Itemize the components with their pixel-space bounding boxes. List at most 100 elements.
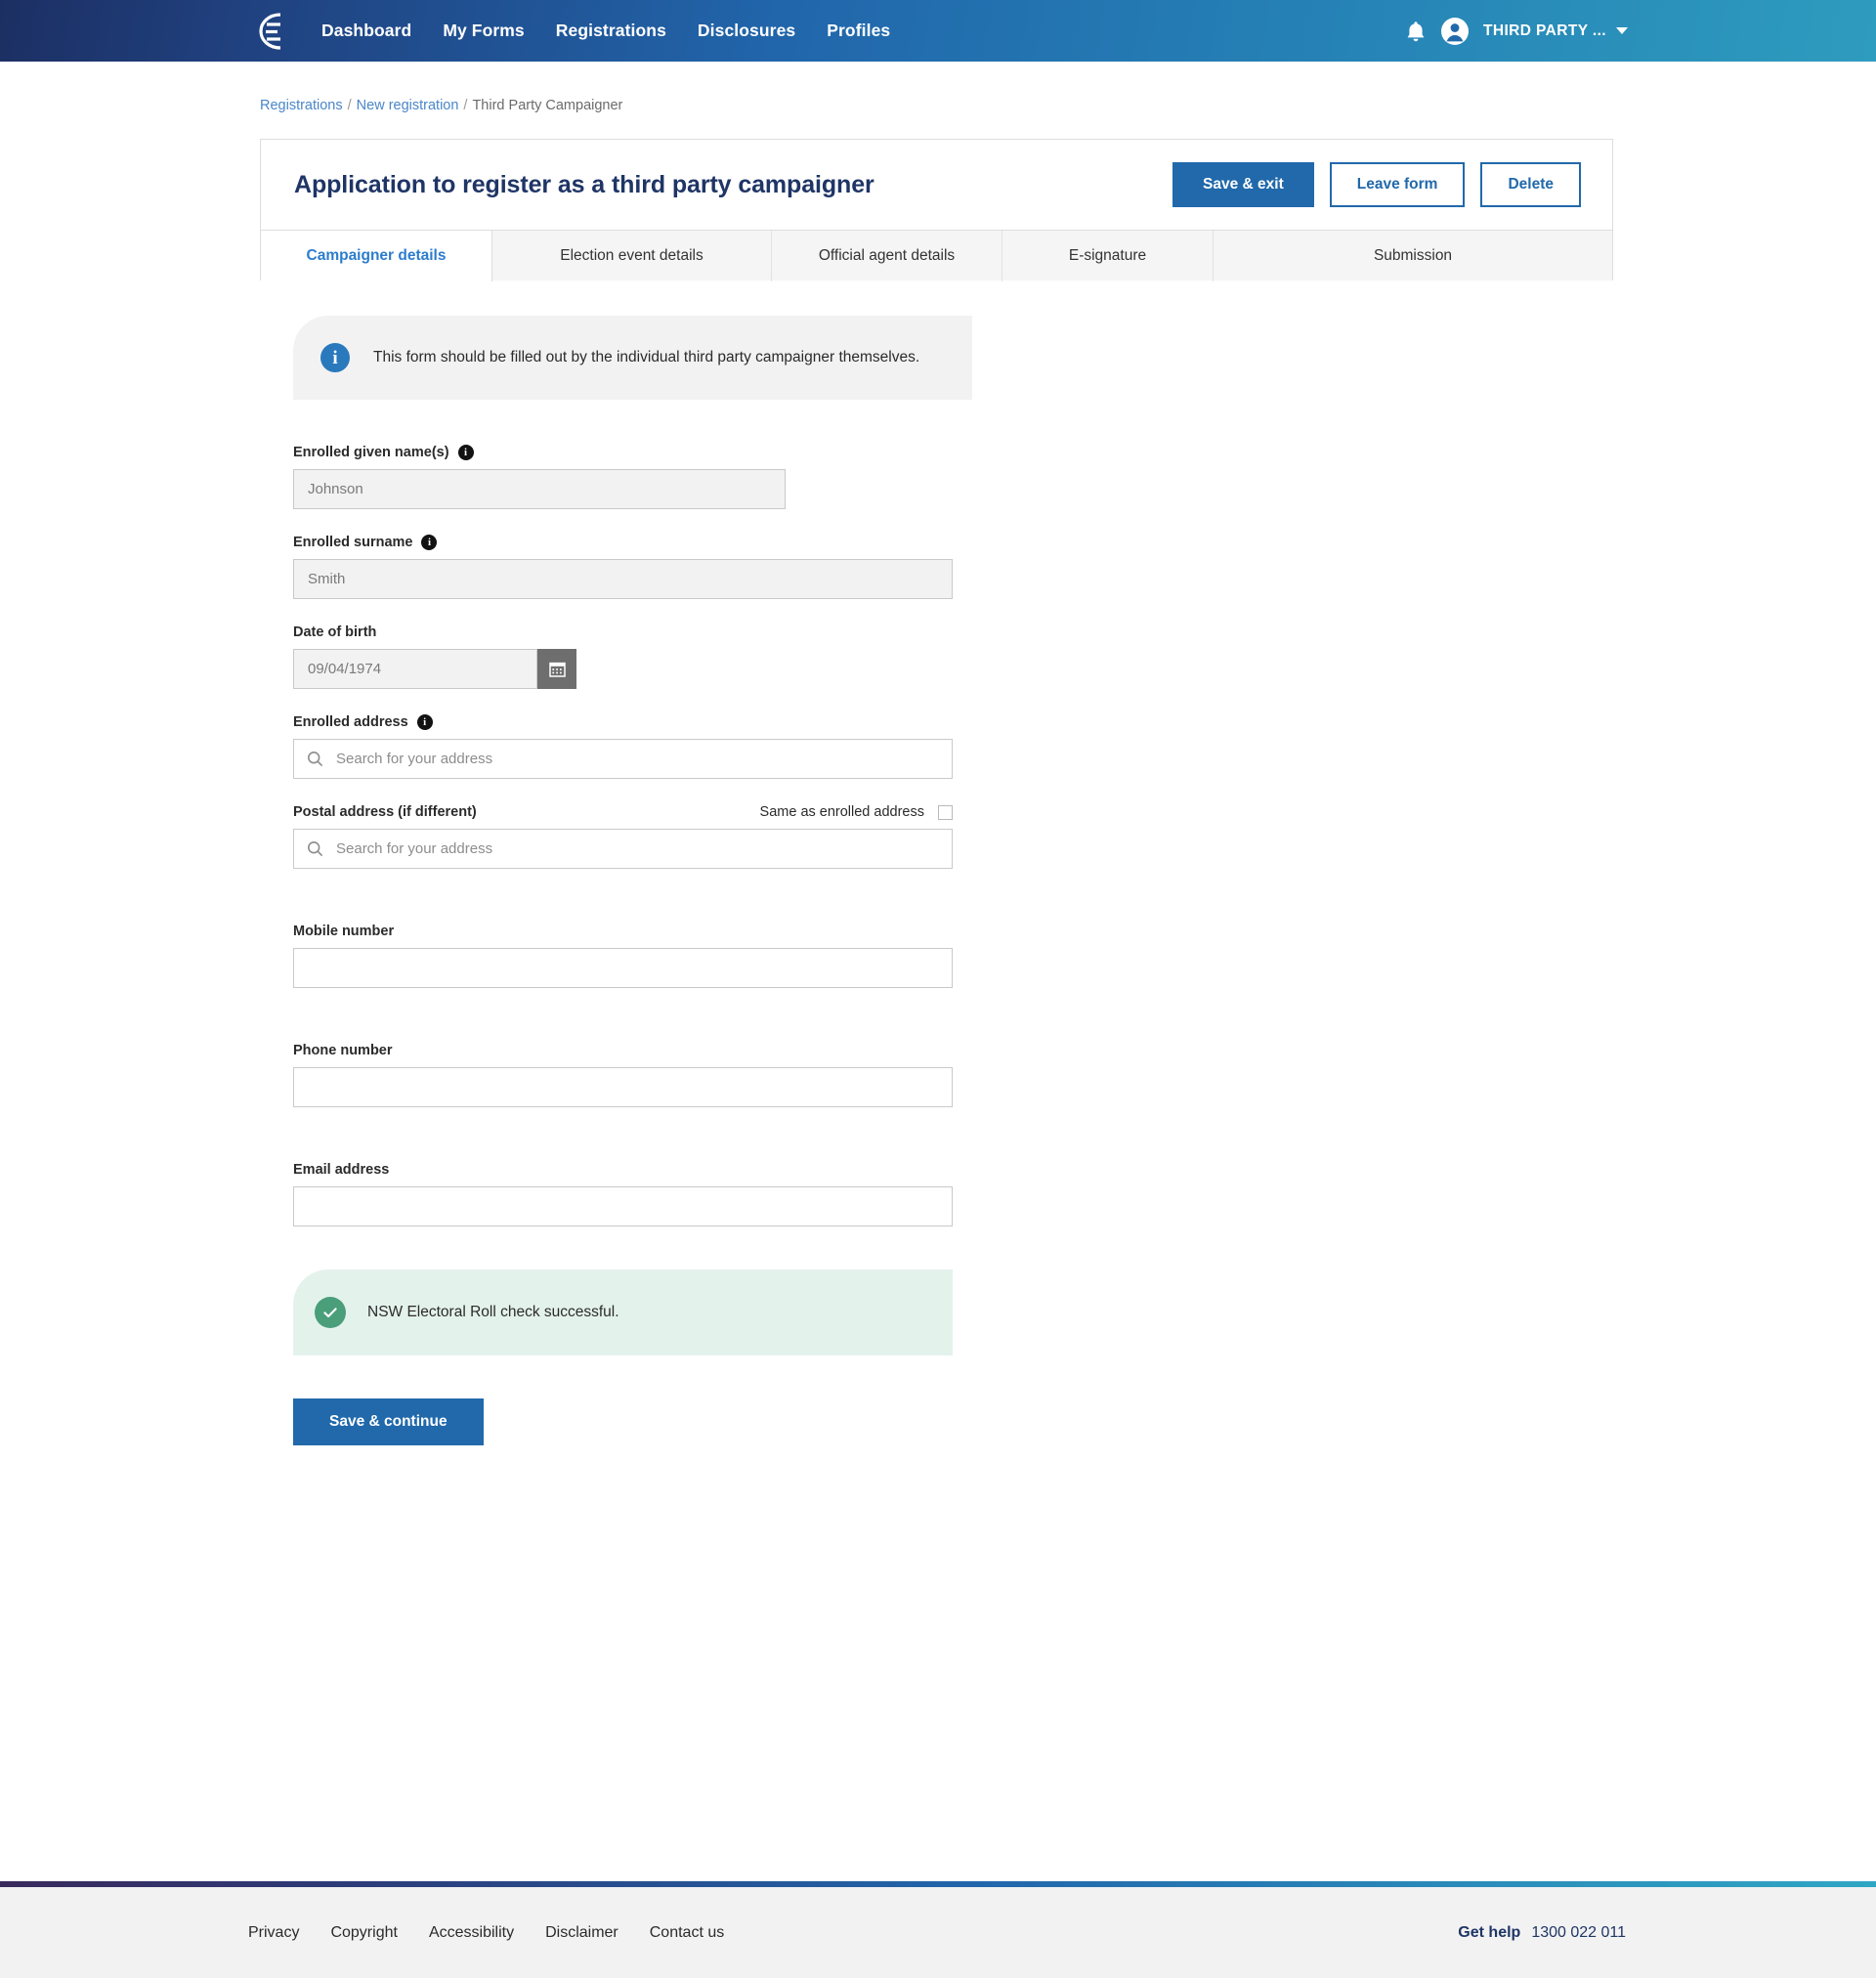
check-glyph bbox=[323, 1308, 337, 1318]
info-tooltip-icon[interactable]: i bbox=[457, 445, 474, 460]
tab-official-agent-details[interactable]: Official agent details bbox=[772, 231, 1002, 281]
field-enrolled-surname: Enrolled surname i Smith bbox=[293, 535, 1613, 599]
field-email-address: Email address bbox=[293, 1162, 1613, 1226]
leave-form-button[interactable]: Leave form bbox=[1329, 162, 1466, 207]
field-label-phone-number: Phone number bbox=[293, 1043, 1613, 1058]
field-label-postal-address: Postal address (if different) bbox=[293, 804, 477, 820]
breadcrumb-item-new-registration[interactable]: New registration bbox=[357, 98, 459, 113]
enrolled-address-placeholder: Search for your address bbox=[336, 751, 493, 767]
phone-number-input[interactable] bbox=[293, 1067, 953, 1107]
same-as-enrolled-address-control[interactable]: Same as enrolled address bbox=[760, 804, 953, 820]
save-and-exit-button[interactable]: Save & exit bbox=[1172, 162, 1314, 207]
form-card-header: Application to register as a third party… bbox=[261, 140, 1612, 230]
label-text: Date of birth bbox=[293, 624, 377, 640]
electoral-commission-logo-icon[interactable] bbox=[257, 12, 290, 51]
enrolled-surname-input[interactable]: Smith bbox=[293, 559, 953, 599]
label-text: Enrolled surname bbox=[293, 535, 413, 550]
calendar-glyph bbox=[548, 662, 566, 677]
info-tooltip-icon[interactable]: i bbox=[421, 535, 438, 550]
tab-e-signature[interactable]: E-signature bbox=[1002, 231, 1214, 281]
user-avatar-icon[interactable] bbox=[1440, 17, 1470, 46]
field-label-mobile-number: Mobile number bbox=[293, 924, 1613, 939]
mobile-number-input[interactable] bbox=[293, 948, 953, 988]
footer-help: Get help 1300 022 011 bbox=[1458, 1924, 1626, 1942]
footer-link-copyright[interactable]: Copyright bbox=[330, 1924, 397, 1942]
postal-address-search-input[interactable]: Search for your address bbox=[293, 829, 953, 869]
field-label-enrolled-given-names: Enrolled given name(s) i bbox=[293, 445, 1613, 460]
info-circle-icon: i bbox=[320, 343, 350, 372]
footer-link-privacy[interactable]: Privacy bbox=[248, 1924, 299, 1942]
email-address-input[interactable] bbox=[293, 1186, 953, 1226]
enrolled-address-search-input[interactable]: Search for your address bbox=[293, 739, 953, 779]
tab-campaigner-details[interactable]: Campaigner details bbox=[261, 231, 492, 281]
enrolled-given-names-input[interactable]: Johnson bbox=[293, 469, 786, 509]
search-icon bbox=[307, 751, 323, 767]
label-text: Mobile number bbox=[293, 924, 395, 939]
nav-link-registrations[interactable]: Registrations bbox=[540, 21, 682, 41]
field-enrolled-address: Enrolled address i Search for your addre… bbox=[293, 714, 1613, 779]
nav-link-disclosures[interactable]: Disclosures bbox=[682, 21, 811, 41]
chevron-down-icon[interactable] bbox=[1616, 27, 1628, 34]
label-text: Postal address (if different) bbox=[293, 804, 477, 820]
date-of-birth-input[interactable]: 09/04/1974 bbox=[293, 649, 537, 689]
breadcrumb-item-registrations[interactable]: Registrations bbox=[260, 98, 343, 113]
breadcrumb: Registrations / New registration / Third… bbox=[260, 98, 1876, 113]
check-circle-icon bbox=[315, 1297, 346, 1328]
page-title: Application to register as a third party… bbox=[294, 170, 874, 198]
label-text: Phone number bbox=[293, 1043, 393, 1058]
field-label-enrolled-address: Enrolled address i bbox=[293, 714, 1613, 730]
footer-help-phone[interactable]: 1300 022 011 bbox=[1531, 1924, 1626, 1942]
label-text: Enrolled address bbox=[293, 714, 408, 730]
page-footer: Privacy Copyright Accessibility Disclaim… bbox=[0, 1887, 1876, 1978]
notification-bell-icon[interactable] bbox=[1405, 20, 1427, 43]
same-as-enrolled-address-checkbox[interactable] bbox=[938, 804, 953, 820]
nav-left-group: Dashboard My Forms Registrations Disclos… bbox=[257, 12, 906, 51]
field-mobile-number: Mobile number bbox=[293, 924, 1613, 988]
field-postal-address: Postal address (if different) Same as en… bbox=[293, 804, 1613, 869]
campaigner-details-form: i This form should be filled out by the … bbox=[260, 280, 1613, 1484]
nav-link-dashboard[interactable]: Dashboard bbox=[321, 21, 427, 41]
tab-election-event-details[interactable]: Election event details bbox=[492, 231, 772, 281]
top-navigation-bar: Dashboard My Forms Registrations Disclos… bbox=[0, 0, 1876, 62]
field-label-enrolled-surname: Enrolled surname i bbox=[293, 535, 1613, 550]
success-banner-text: NSW Electoral Roll check successful. bbox=[367, 1304, 619, 1320]
same-as-enrolled-address-label: Same as enrolled address bbox=[759, 804, 924, 820]
postal-address-label-row: Postal address (if different) Same as en… bbox=[293, 804, 953, 820]
footer-links: Privacy Copyright Accessibility Disclaim… bbox=[248, 1924, 724, 1942]
field-date-of-birth: Date of birth 09/04/1974 bbox=[293, 624, 1613, 689]
label-text: Email address bbox=[293, 1162, 390, 1178]
breadcrumb-separator: / bbox=[347, 98, 352, 113]
nav-link-my-forms[interactable]: My Forms bbox=[427, 21, 539, 41]
nav-right-group: THIRD PARTY ... bbox=[1405, 0, 1628, 62]
breadcrumb-item-current: Third Party Campaigner bbox=[472, 98, 623, 113]
info-tooltip-icon[interactable]: i bbox=[416, 714, 433, 730]
tab-submission[interactable]: Submission bbox=[1214, 231, 1612, 281]
calendar-icon[interactable] bbox=[537, 649, 576, 689]
footer-link-contact-us[interactable]: Contact us bbox=[650, 1924, 724, 1942]
form-card: Application to register as a third party… bbox=[260, 139, 1613, 281]
field-enrolled-given-names: Enrolled given name(s) i Johnson bbox=[293, 445, 1613, 509]
date-of-birth-control: 09/04/1974 bbox=[293, 649, 576, 689]
nav-links: Dashboard My Forms Registrations Disclos… bbox=[321, 21, 906, 41]
form-step-tabs: Campaigner details Election event detail… bbox=[261, 230, 1612, 281]
delete-button[interactable]: Delete bbox=[1480, 162, 1581, 207]
label-text: Enrolled given name(s) bbox=[293, 445, 449, 460]
postal-address-placeholder: Search for your address bbox=[336, 840, 493, 857]
info-banner: i This form should be filled out by the … bbox=[293, 316, 972, 400]
form-header-actions: Save & exit Leave form Delete bbox=[1172, 162, 1581, 207]
info-banner-text: This form should be filled out by the in… bbox=[373, 349, 920, 366]
user-menu-label[interactable]: THIRD PARTY ... bbox=[1483, 22, 1606, 40]
success-banner: NSW Electoral Roll check successful. bbox=[293, 1269, 953, 1355]
breadcrumb-separator: / bbox=[463, 98, 468, 113]
footer-link-accessibility[interactable]: Accessibility bbox=[429, 1924, 514, 1942]
search-icon bbox=[307, 840, 323, 857]
footer-link-disclaimer[interactable]: Disclaimer bbox=[545, 1924, 618, 1942]
footer-help-label: Get help bbox=[1458, 1923, 1521, 1941]
field-label-email-address: Email address bbox=[293, 1162, 1613, 1178]
nav-link-profiles[interactable]: Profiles bbox=[811, 21, 906, 41]
field-phone-number: Phone number bbox=[293, 1043, 1613, 1107]
save-and-continue-button[interactable]: Save & continue bbox=[293, 1398, 484, 1445]
